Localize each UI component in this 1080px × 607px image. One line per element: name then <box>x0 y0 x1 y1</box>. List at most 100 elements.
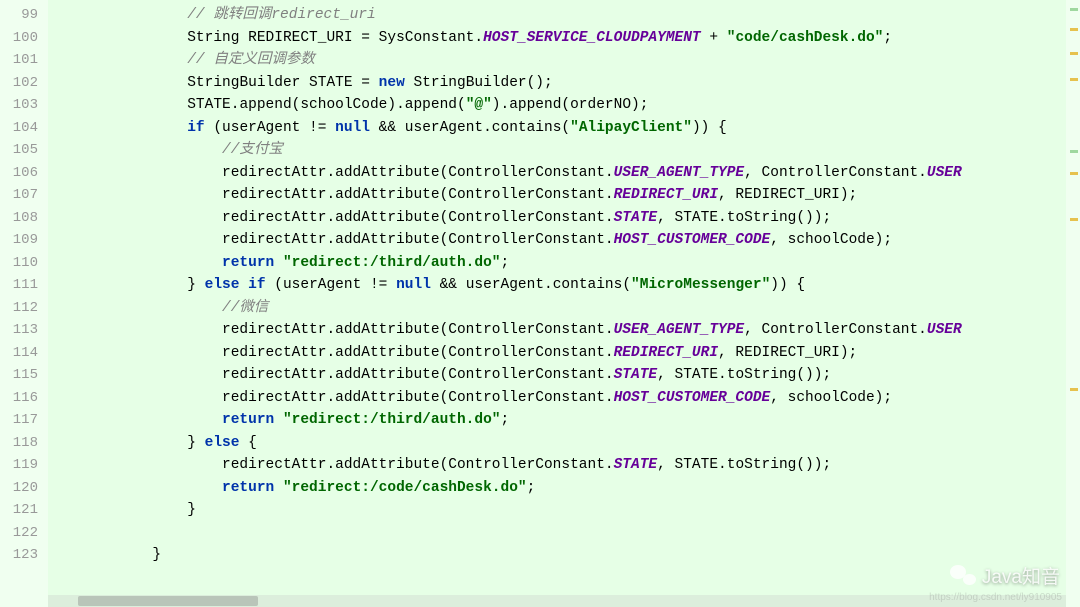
marker[interactable] <box>1070 388 1078 391</box>
code-token: "redirect:/third/auth.do" <box>283 412 501 428</box>
code-token: redirectAttr.addAttribute(ControllerCons… <box>222 210 614 226</box>
code-token: // 跳转回调redirect_uri <box>187 7 376 23</box>
code-token: STATE <box>614 457 658 473</box>
code-token: , REDIRECT_URI); <box>718 345 857 361</box>
code-line[interactable]: } else if (userAgent != null && userAgen… <box>48 274 1066 297</box>
code-line[interactable]: return "redirect:/third/auth.do"; <box>48 252 1066 275</box>
code-token <box>274 412 283 428</box>
code-token: "@" <box>466 97 492 113</box>
code-line[interactable]: redirectAttr.addAttribute(ControllerCons… <box>48 207 1066 230</box>
marker[interactable] <box>1070 28 1078 31</box>
code-token: } <box>187 502 196 518</box>
code-token: HOST_SERVICE_CLOUDPAYMENT <box>483 30 701 46</box>
code-line[interactable]: STATE.append(schoolCode).append("@").app… <box>48 94 1066 117</box>
code-token: redirectAttr.addAttribute(ControllerCons… <box>222 390 614 406</box>
code-line[interactable]: if (userAgent != null && userAgent.conta… <box>48 117 1066 140</box>
code-token: USER <box>927 322 962 338</box>
marker[interactable] <box>1070 78 1078 81</box>
code-token: , STATE.toString()); <box>657 457 831 473</box>
code-token: else if <box>205 277 266 293</box>
line-number-gutter: 9910010110210310410510610710810911011111… <box>0 0 48 607</box>
code-token: USER <box>927 165 962 181</box>
code-token: (userAgent != <box>266 277 397 293</box>
code-token: ; <box>527 480 536 496</box>
code-line[interactable]: // 自定义回调参数 <box>48 49 1066 72</box>
code-token: redirectAttr.addAttribute(ControllerCons… <box>222 345 614 361</box>
code-line[interactable]: } else { <box>48 432 1066 455</box>
code-line[interactable]: return "redirect:/code/cashDesk.do"; <box>48 477 1066 500</box>
wechat-icon <box>950 565 976 587</box>
line-number: 108 <box>8 207 38 230</box>
line-number: 99 <box>8 4 38 27</box>
line-number: 120 <box>8 477 38 500</box>
line-number: 103 <box>8 94 38 117</box>
code-line[interactable]: redirectAttr.addAttribute(ControllerCons… <box>48 342 1066 365</box>
code-token: null <box>335 120 370 136</box>
line-number: 115 <box>8 364 38 387</box>
code-token: "MicroMessenger" <box>631 277 770 293</box>
marker[interactable] <box>1070 150 1078 153</box>
code-token: redirectAttr.addAttribute(ControllerCons… <box>222 232 614 248</box>
code-token: return <box>222 255 274 271</box>
line-number: 122 <box>8 522 38 545</box>
line-number: 107 <box>8 184 38 207</box>
code-token: null <box>396 277 431 293</box>
code-line[interactable]: redirectAttr.addAttribute(ControllerCons… <box>48 387 1066 410</box>
marker[interactable] <box>1070 52 1078 55</box>
watermark-badge: Java知音 <box>950 562 1060 589</box>
code-line[interactable]: //支付宝 <box>48 139 1066 162</box>
code-token: , schoolCode); <box>770 232 892 248</box>
code-token: , REDIRECT_URI); <box>718 187 857 203</box>
code-line[interactable]: // 跳转回调redirect_uri <box>48 4 1066 27</box>
code-area[interactable]: // 跳转回调redirect_uri String REDIRECT_URI … <box>48 0 1066 607</box>
horizontal-scrollbar[interactable] <box>48 595 1066 607</box>
marker-strip[interactable] <box>1066 0 1080 607</box>
code-line[interactable]: redirectAttr.addAttribute(ControllerCons… <box>48 229 1066 252</box>
code-line[interactable]: } <box>48 499 1066 522</box>
code-token: } <box>152 547 161 563</box>
code-token: USER_AGENT_TYPE <box>614 165 745 181</box>
code-line[interactable] <box>48 522 1066 545</box>
line-number: 100 <box>8 27 38 50</box>
code-token: ; <box>883 30 892 46</box>
line-number: 110 <box>8 252 38 275</box>
code-line[interactable]: redirectAttr.addAttribute(ControllerCons… <box>48 184 1066 207</box>
code-line[interactable]: redirectAttr.addAttribute(ControllerCons… <box>48 319 1066 342</box>
marker[interactable] <box>1070 218 1078 221</box>
code-token: if <box>187 120 204 136</box>
code-line[interactable]: redirectAttr.addAttribute(ControllerCons… <box>48 364 1066 387</box>
code-token: //微信 <box>222 300 268 316</box>
line-number: 111 <box>8 274 38 297</box>
code-line[interactable]: redirectAttr.addAttribute(ControllerCons… <box>48 454 1066 477</box>
line-number: 109 <box>8 229 38 252</box>
code-token: StringBuilder STATE = <box>187 75 378 91</box>
code-line[interactable]: String REDIRECT_URI = SysConstant.HOST_S… <box>48 27 1066 50</box>
code-token: redirectAttr.addAttribute(ControllerCons… <box>222 367 614 383</box>
code-token: HOST_CUSTOMER_CODE <box>614 232 771 248</box>
scrollbar-thumb[interactable] <box>78 596 258 606</box>
code-line[interactable]: } <box>48 544 1066 567</box>
line-number: 118 <box>8 432 38 455</box>
code-line[interactable]: //微信 <box>48 297 1066 320</box>
code-line[interactable]: return "redirect:/third/auth.do"; <box>48 409 1066 432</box>
code-token: } <box>187 435 204 451</box>
code-token: (userAgent != <box>205 120 336 136</box>
code-token: } <box>187 277 204 293</box>
code-token: { <box>239 435 256 451</box>
code-line[interactable]: redirectAttr.addAttribute(ControllerCons… <box>48 162 1066 185</box>
code-token: && userAgent.contains( <box>370 120 570 136</box>
line-number: 113 <box>8 319 38 342</box>
code-token: return <box>222 480 274 496</box>
code-token: ; <box>501 255 510 271</box>
code-token: STATE <box>614 210 658 226</box>
line-number: 105 <box>8 139 38 162</box>
marker[interactable] <box>1070 172 1078 175</box>
code-token: , STATE.toString()); <box>657 367 831 383</box>
code-line[interactable]: StringBuilder STATE = new StringBuilder(… <box>48 72 1066 95</box>
line-number: 112 <box>8 297 38 320</box>
code-token: "AlipayClient" <box>570 120 692 136</box>
source-url-watermark: https://blog.csdn.net/ly910905 <box>929 592 1062 603</box>
marker[interactable] <box>1070 8 1078 11</box>
code-token: ).append(orderNO); <box>492 97 649 113</box>
code-token: STATE.append(schoolCode).append( <box>187 97 465 113</box>
